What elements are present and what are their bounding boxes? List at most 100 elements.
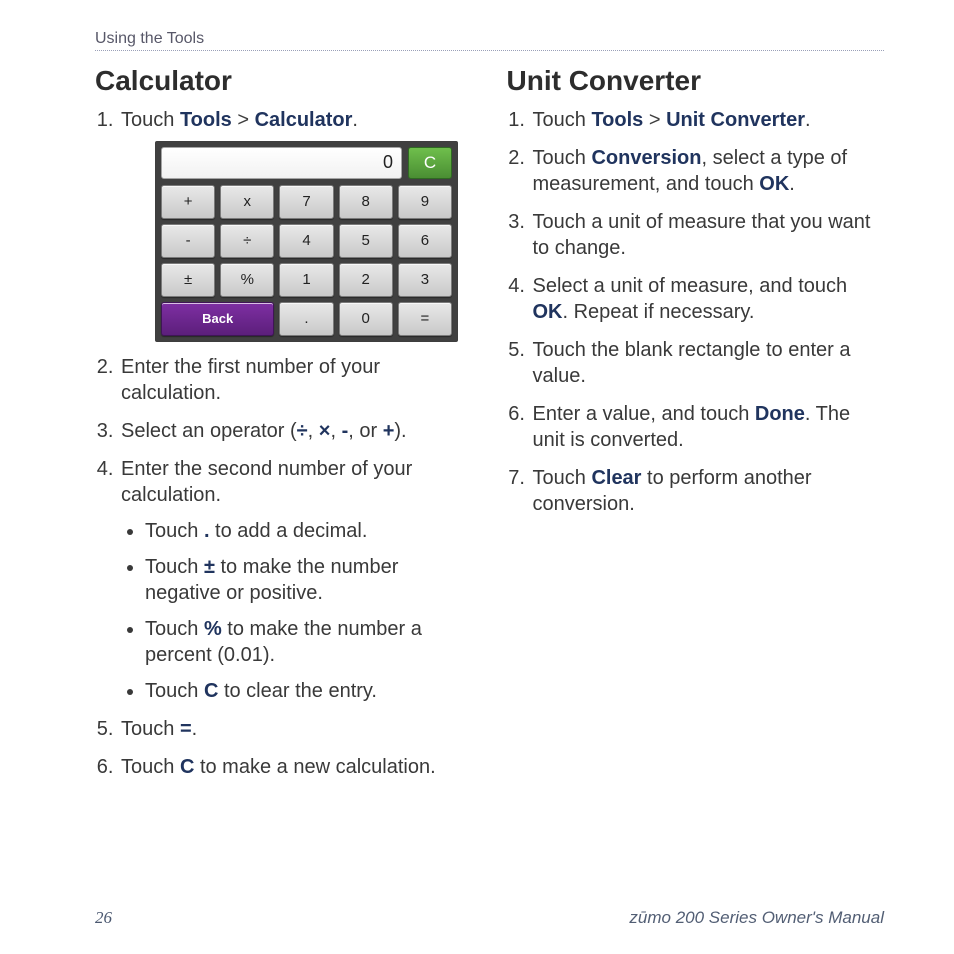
uc-step-4: Select a unit of measure, and touch OK. …	[531, 273, 885, 325]
text: .	[805, 109, 811, 131]
uc-step-6: Enter a value, and touch Done. The unit …	[531, 401, 885, 453]
bullet-percent: Touch % to make the number a percent (0.…	[145, 616, 473, 668]
clear-label: Clear	[591, 467, 641, 489]
text: , or	[348, 420, 382, 442]
pct-label: %	[204, 618, 222, 640]
breadcrumb: Using the Tools	[95, 30, 884, 51]
key-divide[interactable]: ÷	[220, 224, 274, 258]
key-1[interactable]: 1	[279, 263, 333, 297]
page-number: 26	[95, 908, 112, 928]
op-mul: ×	[319, 420, 331, 442]
uc-step-5: Touch the blank rectangle to enter a val…	[531, 337, 885, 389]
text: Touch	[533, 147, 592, 169]
key-minus[interactable]: -	[161, 224, 215, 258]
op-plus: +	[383, 420, 395, 442]
key-0[interactable]: 0	[339, 302, 393, 336]
calculator-keypad: + x 7 8 9 - ÷ 4 5 6 ±	[156, 183, 457, 341]
text: Touch	[145, 680, 204, 702]
uc-step-1: Touch Tools > Unit Converter.	[531, 107, 885, 133]
text: .	[789, 173, 795, 195]
bullet-clear: Touch C to clear the entry.	[145, 678, 473, 704]
page-footer: 26 zūmo 200 Series Owner's Manual	[0, 908, 954, 928]
bullet-plusminus: Touch ± to make the number negative or p…	[145, 554, 473, 606]
calculator-label: Calculator	[255, 109, 353, 131]
calculator-top-row: 0 C	[156, 142, 457, 183]
text: Touch	[121, 718, 180, 740]
text: .	[352, 109, 358, 131]
key-3[interactable]: 3	[398, 263, 452, 297]
calc-step-4: Enter the second number of your calculat…	[119, 456, 473, 704]
calculator-heading: Calculator	[95, 65, 473, 97]
text: Touch	[145, 618, 204, 640]
uc-step-3: Touch a unit of measure that you want to…	[531, 209, 885, 261]
text: Touch	[145, 556, 204, 578]
calculator-figure: 0 C + x 7 8 9 - ÷ 4	[155, 141, 473, 342]
key-plusminus[interactable]: ±	[161, 263, 215, 297]
key-8[interactable]: 8	[339, 185, 393, 219]
unit-converter-steps: Touch Tools > Unit Converter. Touch Conv…	[507, 107, 885, 517]
calc-step-1: Touch Tools > Calculator. 0 C + x 7	[119, 107, 473, 342]
key-6[interactable]: 6	[398, 224, 452, 258]
text: Touch	[533, 109, 592, 131]
calculator-steps: Touch Tools > Calculator. 0 C + x 7	[95, 107, 473, 780]
left-column: Calculator Touch Tools > Calculator. 0 C…	[95, 65, 473, 792]
key-equals[interactable]: =	[398, 302, 452, 336]
uc-step-7: Touch Clear to perform another conversio…	[531, 465, 885, 517]
text: Enter a value, and touch	[533, 403, 755, 425]
c-label-2: C	[180, 756, 194, 778]
text: Enter the second number of your calculat…	[121, 458, 412, 506]
ok-label: OK	[759, 173, 789, 195]
text: to make a new calculation.	[194, 756, 435, 778]
calc-step-5: Touch =.	[119, 716, 473, 742]
conversion-label: Conversion	[591, 147, 701, 169]
text: ).	[394, 420, 406, 442]
key-4[interactable]: 4	[279, 224, 333, 258]
ok-label-2: OK	[533, 301, 563, 323]
calculator-display: 0	[161, 147, 402, 179]
text: Select a unit of measure, and touch	[533, 275, 848, 297]
text: . Repeat if necessary.	[563, 301, 755, 323]
sep: >	[643, 109, 666, 131]
content-columns: Calculator Touch Tools > Calculator. 0 C…	[95, 65, 884, 792]
key-percent[interactable]: %	[220, 263, 274, 297]
text: Touch	[145, 520, 204, 542]
key-multiply[interactable]: x	[220, 185, 274, 219]
calc-bullets: Touch . to add a decimal. Touch ± to mak…	[121, 518, 473, 704]
manual-title: zūmo 200 Series Owner's Manual	[629, 908, 884, 928]
calc-step-3: Select an operator (÷, ×, -, or +).	[119, 418, 473, 444]
sep: >	[232, 109, 255, 131]
text: Touch	[121, 756, 180, 778]
unit-converter-heading: Unit Converter	[507, 65, 885, 97]
calc-step-2: Enter the first number of your calculati…	[119, 354, 473, 406]
clear-button[interactable]: C	[408, 147, 452, 179]
text: to clear the entry.	[218, 680, 377, 702]
key-9[interactable]: 9	[398, 185, 452, 219]
text: .	[192, 718, 198, 740]
tools-label: Tools	[591, 109, 643, 131]
key-back[interactable]: Back	[161, 302, 274, 336]
calc-step-6: Touch C to make a new calculation.	[119, 754, 473, 780]
op-div: ÷	[297, 420, 308, 442]
done-label: Done	[755, 403, 805, 425]
key-5[interactable]: 5	[339, 224, 393, 258]
eq-label: =	[180, 718, 192, 740]
right-column: Unit Converter Touch Tools > Unit Conver…	[507, 65, 885, 792]
key-7[interactable]: 7	[279, 185, 333, 219]
c-label: C	[204, 680, 218, 702]
page: Using the Tools Calculator Touch Tools >…	[0, 0, 954, 954]
pm-label: ±	[204, 556, 215, 578]
text: Touch	[121, 109, 180, 131]
key-dot[interactable]: .	[279, 302, 333, 336]
key-plus[interactable]: +	[161, 185, 215, 219]
calculator-device: 0 C + x 7 8 9 - ÷ 4	[155, 141, 458, 342]
text: ,	[308, 420, 319, 442]
key-2[interactable]: 2	[339, 263, 393, 297]
text: Select an operator (	[121, 420, 297, 442]
bullet-decimal: Touch . to add a decimal.	[145, 518, 473, 544]
text: ,	[330, 420, 341, 442]
text: to add a decimal.	[210, 520, 368, 542]
tools-label: Tools	[180, 109, 232, 131]
uc-step-2: Touch Conversion, select a type of measu…	[531, 145, 885, 197]
unit-converter-label: Unit Converter	[666, 109, 805, 131]
text: Touch	[533, 467, 592, 489]
